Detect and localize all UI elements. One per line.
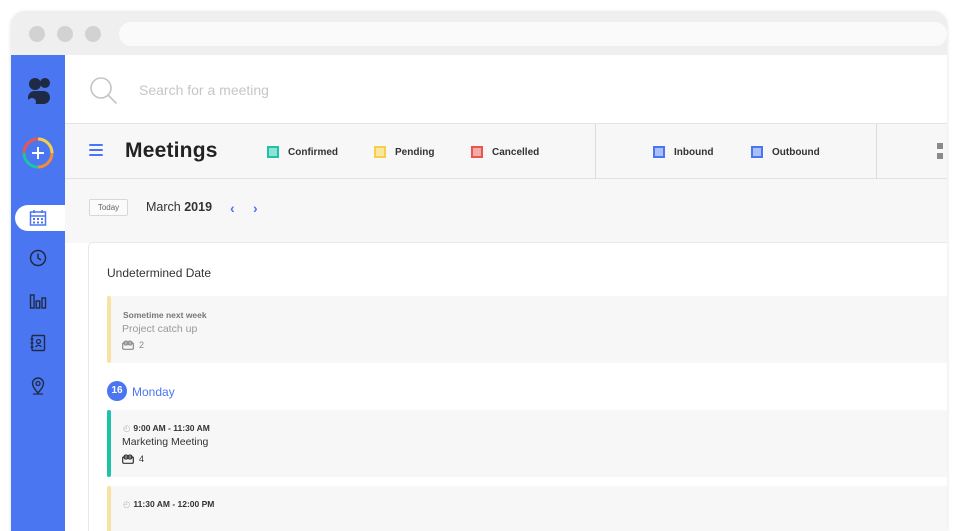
day-name: Monday [132,385,175,399]
legend-label: Confirmed [288,146,338,158]
address-bar[interactable] [119,22,947,46]
date-navigator: Today March 2019 ‹ › [65,179,947,243]
cancelled-swatch [471,146,483,158]
attendee-count: 4 [122,454,144,464]
meeting-item[interactable]: ◴ 9:00 AM - 11:30 AM Marketing Meeting 4 [107,410,947,477]
contacts-icon[interactable] [27,332,49,354]
month-year: 2019 [184,200,213,214]
s-logo-icon[interactable] [27,77,51,105]
search-input[interactable] [139,79,539,101]
meeting-title: Project catch up [122,323,198,335]
meeting-time: ◴ 9:00 AM - 11:30 AM [123,423,210,434]
toolbar-divider [876,124,877,179]
meeting-time: ◴ 11:30 AM - 12:00 PM [123,499,214,510]
page-title: Meetings [125,139,218,162]
sidebar [11,55,69,531]
day-number-badge: 16 [107,381,127,401]
calendar-icon[interactable] [27,207,49,229]
add-meeting-icon[interactable] [22,137,54,169]
main-content: Meetings Confirmed Pending Cancelled Inb… [65,55,947,531]
toolbar-divider [595,124,596,179]
meeting-item[interactable]: ◴ 11:30 AM - 12:00 PM [107,486,947,531]
month-name: March [146,200,181,214]
stats-icon[interactable] [27,290,49,312]
outbound-swatch [751,146,763,158]
meeting-time: Sometime next week [123,310,207,320]
search-icon[interactable] [89,76,119,106]
more-options-icon[interactable] [937,143,943,163]
attendees-icon [122,340,134,350]
meetings-list: Undetermined Date Sometime next week Pro… [88,242,947,531]
meeting-time-text: 9:00 AM - 11:30 AM [133,423,210,433]
confirmed-swatch [267,146,279,158]
legend-label: Outbound [772,146,820,158]
legend-inbound[interactable]: Inbound [653,145,713,159]
legend-confirmed[interactable]: Confirmed [267,145,338,159]
location-pin-icon[interactable] [27,375,49,397]
inbound-swatch [653,146,665,158]
hamburger-menu-icon[interactable] [89,144,103,156]
clock-small-icon: ◴ [123,423,131,433]
chevron-left-icon[interactable]: ‹ [230,200,235,216]
chevron-right-icon[interactable]: › [253,200,258,216]
meeting-time-text: 11:30 AM - 12:00 PM [133,499,215,509]
legend-outbound[interactable]: Outbound [751,145,820,159]
clock-small-icon: ◴ [123,499,131,509]
legend-label: Inbound [674,146,714,158]
today-button[interactable]: Today [89,199,128,216]
attendees-icon [122,454,134,464]
current-month: March 2019 [146,200,212,214]
section-title: Undetermined Date [107,266,212,280]
window-maximize-dot[interactable] [85,26,101,42]
app: Meetings Confirmed Pending Cancelled Inb… [11,55,947,531]
window-minimize-dot[interactable] [57,26,73,42]
toolbar: Meetings Confirmed Pending Cancelled Inb… [65,124,947,179]
status-bar [107,410,111,477]
pending-swatch [374,146,386,158]
search-bar [65,55,947,124]
window-close-dot[interactable] [29,26,45,42]
browser-chrome [11,11,947,55]
legend-label: Cancelled [492,146,540,158]
browser-window: Meetings Confirmed Pending Cancelled Inb… [11,11,947,531]
legend-cancelled[interactable]: Cancelled [471,145,539,159]
status-bar [107,486,111,531]
attendee-count: 2 [122,340,144,350]
meeting-item[interactable]: Sometime next week Project catch up 2 [107,296,947,363]
attendee-number: 2 [139,340,145,350]
legend-pending[interactable]: Pending [374,145,434,159]
attendee-number: 4 [139,454,145,464]
status-bar [107,296,111,363]
meeting-title: Marketing Meeting [122,436,209,448]
legend-label: Pending [395,146,435,158]
clock-icon[interactable] [27,247,49,269]
